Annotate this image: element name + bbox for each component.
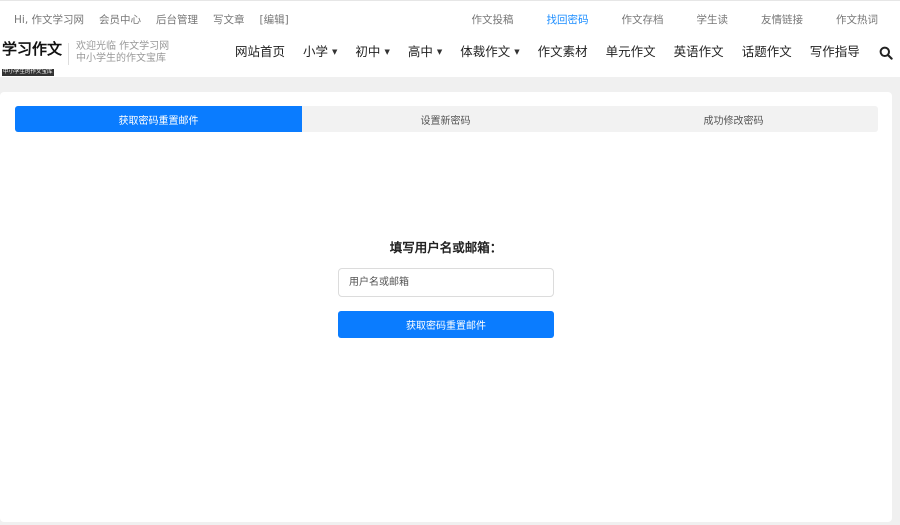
top-bar: Hi, 作文学习网 会员中心 后台管理 写文章 [编辑] 作文投稿 找回密码 作… [0,1,900,37]
password-reset-card: 获取密码重置邮件 设置新密码 成功修改密码 填写用户名或邮箱： 获取密码重置邮件 [0,92,892,522]
logo-text: 学习作文 [2,40,63,58]
nav-home[interactable]: 网站首页 [235,44,285,60]
reset-steps: 获取密码重置邮件 设置新密码 成功修改密码 [15,106,878,132]
write-article-link[interactable]: 写文章 [213,13,245,27]
nav-genre-essays[interactable]: 体裁作文 ▼ [460,44,519,60]
caret-down-icon: ▼ [514,48,520,56]
caret-down-icon: ▼ [436,48,443,56]
top-bar-left: Hi, 作文学习网 会员中心 后台管理 写文章 [编辑] [14,13,304,27]
slogan-line-2: 中小学生的作文宝库 [76,52,166,64]
step-get-reset-email: 获取密码重置邮件 [15,106,302,132]
form-title: 填写用户名或邮箱： [389,240,503,255]
hot-words-link[interactable]: 作文热词 [836,13,878,27]
nav-materials[interactable]: 作文素材 [538,44,588,60]
top-bar-right: 作文投稿 找回密码 作文存档 学生读 友情链接 作文热词 [439,13,879,27]
get-reset-email-button[interactable]: 获取密码重置邮件 [338,311,554,338]
search-icon[interactable] [879,45,893,60]
site-slogan: 欢迎光临 作文学习网 中小学生的作文宝库 [76,41,169,64]
step-password-changed: 成功修改密码 [703,115,764,127]
site-header: Hi, 作文学习网 会员中心 后台管理 写文章 [编辑] 作文投稿 找回密码 作… [0,0,900,77]
nav-topic-essays[interactable]: 话题作文 [742,44,792,60]
admin-link[interactable]: 后台管理 [156,13,198,27]
logo-divider [68,43,69,65]
member-center-link[interactable]: 会员中心 [99,13,141,27]
greeting-link[interactable]: Hi, 作文学习网 [14,13,84,27]
logo-subtext: 中小学生的作文宝库 [2,69,54,76]
caret-down-icon: ▼ [332,48,338,56]
site-logo[interactable]: 学习作文 中小学生的作文宝库 [2,40,63,76]
nav-senior-high[interactable]: 高中 ▼ [408,44,442,60]
student-read-link[interactable]: 学生读 [697,13,729,27]
nav-writing-guide[interactable]: 写作指导 [810,44,860,60]
nav-unit-essays[interactable]: 单元作文 [606,44,656,60]
nav-english-essays[interactable]: 英语作文 [674,44,724,60]
submit-article-link[interactable]: 作文投稿 [472,13,514,27]
step-set-new-password: 设置新密码 [420,115,471,127]
slogan-line-1: 欢迎光临 作文学习网 [76,41,170,52]
nav-primary-school[interactable]: 小学 ▼ [303,44,337,60]
archive-link[interactable]: 作文存档 [622,13,664,27]
username-or-email-input[interactable] [338,268,554,297]
nav-junior-high[interactable]: 初中 ▼ [355,44,389,60]
main-nav: 网站首页 小学 ▼ 初中 ▼ 高中 ▼ 体裁作文 ▼ 作文素材 单元作文 英语作文 话题… [235,44,878,60]
friend-links-link[interactable]: 友情链接 [761,13,803,27]
caret-down-icon: ▼ [384,48,390,56]
find-password-link[interactable]: 找回密码 [547,13,589,27]
edit-link[interactable]: [编辑] [260,13,289,27]
